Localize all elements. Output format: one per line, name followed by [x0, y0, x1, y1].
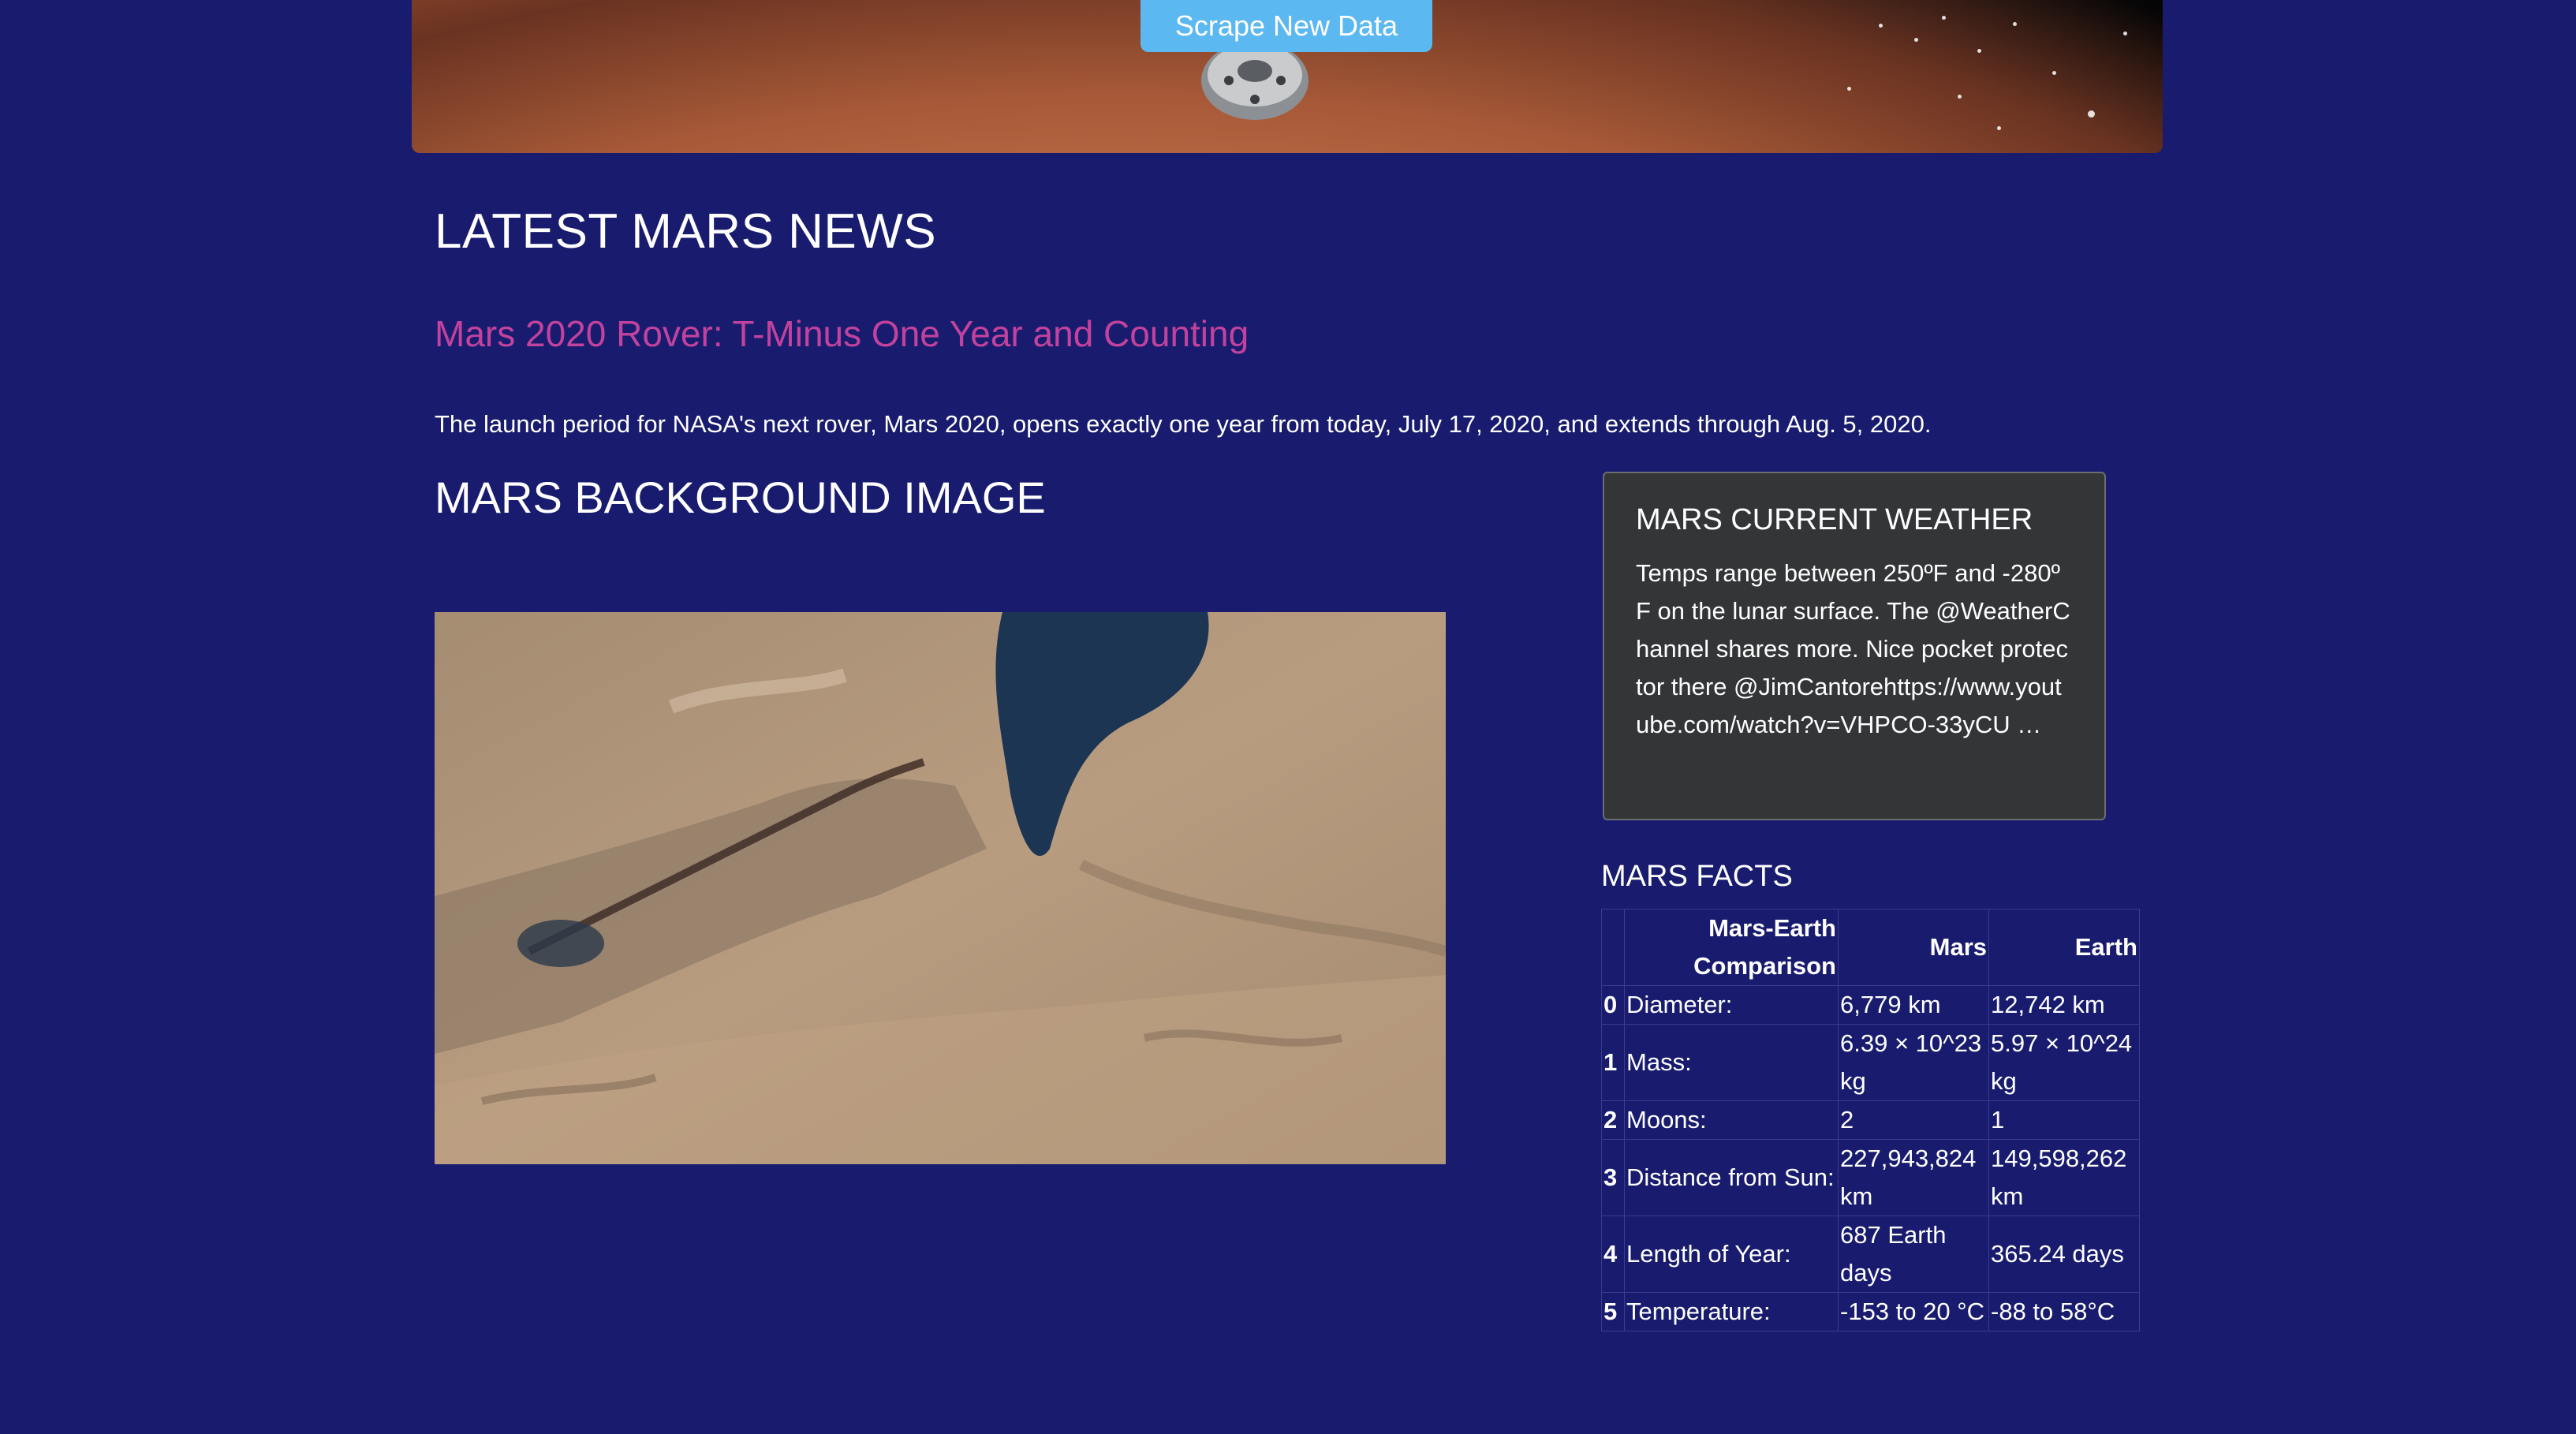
news-paragraph: The launch period for NASA's next rover,… [435, 410, 1932, 438]
row-index: 1 [1601, 1024, 1625, 1101]
mars-value: 6.39 × 10^23 kg [1838, 1024, 1989, 1101]
column-header [1601, 909, 1625, 986]
scrape-new-data-button[interactable]: Scrape New Data [1141, 0, 1432, 52]
mars-value: 687 Earth days [1838, 1216, 1989, 1293]
column-header: Earth [1988, 909, 2140, 986]
mars-value: 6,779 km [1838, 985, 1989, 1025]
news-title: Mars 2020 Rover: T-Minus One Year and Co… [435, 313, 1249, 354]
row-label: Distance from Sun: [1624, 1139, 1839, 1216]
mars-facts-table: Mars-Earth Comparison Mars Earth 0 Diame… [1601, 909, 2140, 1331]
row-index: 3 [1601, 1139, 1625, 1216]
mars-background-image [435, 612, 1446, 1164]
table-row: 3 Distance from Sun: 227,943,824 km 149,… [1601, 1139, 2140, 1216]
earth-value: -88 to 58°C [1988, 1292, 2140, 1331]
row-label: Length of Year: [1624, 1216, 1839, 1293]
table-header-row: Mars-Earth Comparison Mars Earth [1601, 909, 2140, 986]
mars-value: 227,943,824 km [1838, 1139, 1989, 1216]
row-index: 5 [1601, 1292, 1625, 1331]
earth-value: 149,598,262 km [1988, 1139, 2140, 1216]
row-index: 4 [1601, 1216, 1625, 1293]
table-row: 5 Temperature: -153 to 20 °C -88 to 58°C [1601, 1292, 2140, 1331]
earth-value: 365.24 days [1988, 1216, 2140, 1293]
row-index: 2 [1601, 1100, 1625, 1140]
latest-news-heading: LATEST MARS NEWS [435, 204, 937, 259]
mars-value: -153 to 20 °C [1838, 1292, 1989, 1331]
earth-value: 1 [1988, 1100, 2140, 1140]
table-row: 1 Mass: 6.39 × 10^23 kg 5.97 × 10^24 kg [1601, 1024, 2140, 1101]
earth-value: 5.97 × 10^24 kg [1988, 1024, 2140, 1101]
weather-card: MARS CURRENT WEATHER Temps range between… [1603, 472, 2106, 820]
mars-value: 2 [1838, 1100, 1989, 1140]
row-label: Mass: [1624, 1024, 1839, 1101]
background-image-heading: MARS BACKGROUND IMAGE [435, 472, 1046, 522]
earth-value: 12,742 km [1988, 985, 2140, 1025]
table-row: 2 Moons: 2 1 [1601, 1100, 2140, 1140]
row-index: 0 [1601, 985, 1625, 1025]
table-row: 0 Diameter: 6,779 km 12,742 km [1601, 985, 2140, 1025]
row-label: Temperature: [1624, 1292, 1839, 1331]
weather-text: Temps range between 250ºF and -280ºF on … [1636, 559, 2070, 738]
table-row: 4 Length of Year: 687 Earth days 365.24 … [1601, 1216, 2140, 1293]
weather-heading: MARS CURRENT WEATHER [1636, 503, 2033, 536]
row-label: Moons: [1624, 1100, 1839, 1140]
mars-facts-heading: MARS FACTS [1601, 860, 1793, 893]
column-header: Mars-Earth Comparison [1624, 909, 1839, 986]
row-label: Diameter: [1624, 985, 1839, 1025]
column-header: Mars [1838, 909, 1989, 986]
